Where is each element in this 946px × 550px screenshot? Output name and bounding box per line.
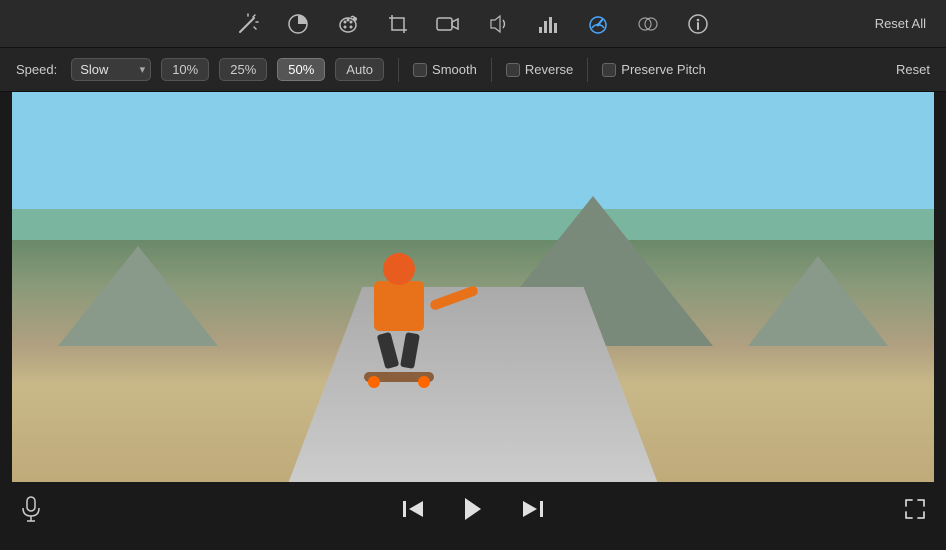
- mountain-left: [58, 246, 218, 346]
- skater-leg-right: [400, 332, 420, 369]
- smooth-label: Smooth: [432, 62, 477, 77]
- skater-torso: [374, 281, 424, 331]
- smooth-checkbox[interactable]: [413, 63, 427, 77]
- top-toolbar: Reset All: [0, 0, 946, 48]
- skip-forward-button[interactable]: [517, 493, 549, 525]
- speed-dropdown-wrap[interactable]: Slow: [71, 58, 151, 81]
- playback-controls: [397, 493, 549, 525]
- blend-icon[interactable]: [634, 10, 662, 38]
- speed-dropdown[interactable]: Slow: [71, 58, 151, 81]
- divider-3: [587, 58, 588, 82]
- skater-leg-left: [377, 332, 400, 369]
- color-circle-icon[interactable]: [284, 10, 312, 38]
- magic-wand-icon[interactable]: [234, 10, 262, 38]
- video-camera-icon[interactable]: [434, 10, 462, 38]
- mountain-right: [748, 256, 888, 346]
- info-icon[interactable]: [684, 10, 712, 38]
- divider-1: [398, 58, 399, 82]
- fullscreen-button[interactable]: [904, 498, 926, 520]
- skateboard: [364, 372, 434, 382]
- preserve-pitch-checkbox[interactable]: [602, 63, 616, 77]
- skater-head: [383, 253, 415, 285]
- divider-2: [491, 58, 492, 82]
- mic-button[interactable]: [20, 496, 42, 522]
- skater-figure: [359, 253, 439, 373]
- wheel-right: [418, 376, 430, 388]
- skater-body: [359, 253, 439, 373]
- crop-icon[interactable]: [384, 10, 412, 38]
- speed-auto-button[interactable]: Auto: [335, 58, 384, 81]
- reverse-label: Reverse: [525, 62, 573, 77]
- speed-label: Speed:: [16, 62, 57, 77]
- speed-10-button[interactable]: 10%: [161, 58, 209, 81]
- skip-back-button[interactable]: [397, 493, 429, 525]
- speed-25-button[interactable]: 25%: [219, 58, 267, 81]
- skater-legs: [359, 333, 439, 368]
- reset-all-button[interactable]: Reset All: [875, 16, 926, 31]
- speed-toolbar: Speed: Slow 10% 25% 50% Auto Smooth Reve…: [0, 48, 946, 92]
- bars-icon[interactable]: [534, 10, 562, 38]
- speed-reset-button[interactable]: Reset: [896, 62, 930, 77]
- palette-icon[interactable]: [334, 10, 362, 38]
- toolbar-icons: [234, 10, 712, 38]
- video-scene: [12, 92, 934, 482]
- speed-50-button[interactable]: 50%: [277, 58, 325, 81]
- preserve-pitch-label: Preserve Pitch: [621, 62, 706, 77]
- smooth-toggle[interactable]: Smooth: [413, 62, 477, 77]
- wheel-left: [368, 376, 380, 388]
- bottom-controls: [0, 482, 946, 536]
- video-preview-area: [12, 92, 934, 482]
- speedometer-icon[interactable]: [584, 10, 612, 38]
- reverse-toggle[interactable]: Reverse: [506, 62, 573, 77]
- play-button[interactable]: [457, 493, 489, 525]
- preserve-pitch-toggle[interactable]: Preserve Pitch: [602, 62, 706, 77]
- audio-icon[interactable]: [484, 10, 512, 38]
- reverse-checkbox[interactable]: [506, 63, 520, 77]
